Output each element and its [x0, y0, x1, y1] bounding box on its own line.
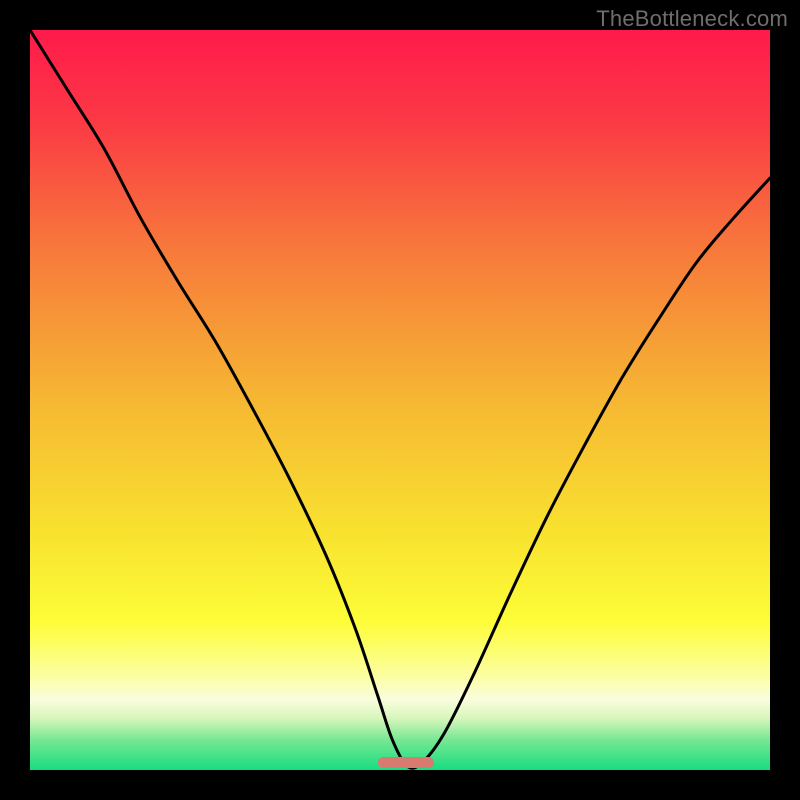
plot-area [30, 30, 770, 770]
bottleneck-curve [30, 30, 770, 770]
optimum-marker [378, 757, 434, 768]
chart-frame: TheBottleneck.com [0, 0, 800, 800]
watermark-text: TheBottleneck.com [596, 6, 788, 32]
